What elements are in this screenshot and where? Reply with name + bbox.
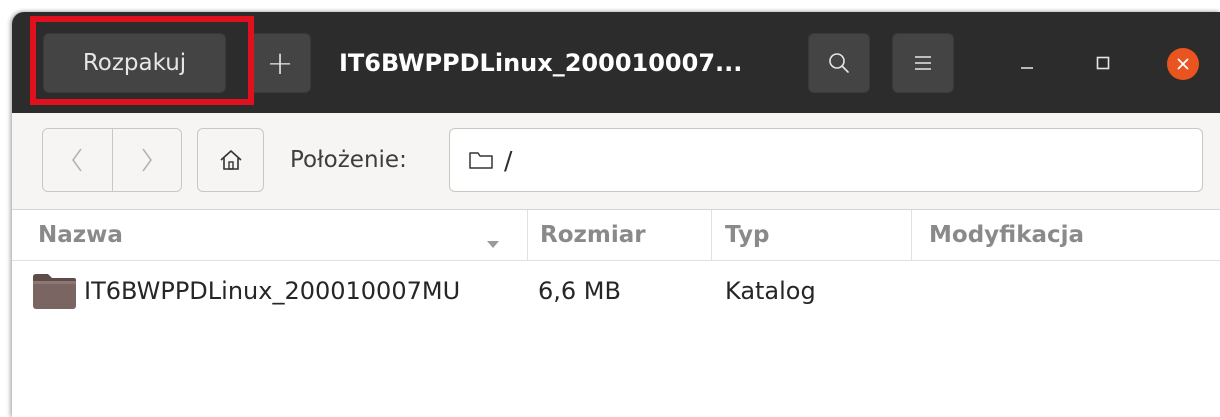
home-icon (219, 148, 243, 172)
forward-button[interactable] (111, 129, 182, 191)
maximize-icon (1096, 56, 1110, 70)
minimize-icon (1019, 55, 1035, 71)
extract-button[interactable]: Rozpakuj (43, 33, 226, 93)
column-name-header[interactable]: Nazwa (12, 210, 528, 260)
chevron-left-icon (70, 147, 84, 173)
close-button[interactable] (1167, 48, 1199, 80)
hamburger-menu-icon (913, 54, 933, 72)
add-files-button[interactable]: + (249, 33, 311, 93)
folder-outline-icon (468, 149, 494, 171)
headerbar: Rozpakuj + IT6BWPPDLinux_200010007... (12, 12, 1220, 113)
row-size: 6,6 MB (538, 277, 621, 305)
window-title: IT6BWPPDLinux_200010007... (339, 48, 743, 77)
row-name-cell: IT6BWPPDLinux_200010007MU (30, 261, 460, 321)
home-button[interactable] (197, 128, 264, 192)
maximize-button[interactable] (1088, 48, 1118, 78)
search-button[interactable] (808, 33, 870, 93)
location-field[interactable]: / (449, 128, 1203, 192)
table-row[interactable]: IT6BWPPDLinux_200010007MU 6,6 MB Katalog (12, 261, 1220, 321)
close-icon (1176, 57, 1190, 71)
navigation-button-group (42, 128, 182, 192)
row-name: IT6BWPPDLinux_200010007MU (84, 277, 461, 305)
location-path: / (504, 145, 513, 175)
column-size-header[interactable]: Rozmiar (528, 210, 712, 260)
location-toolbar: Położenie: / (12, 113, 1220, 210)
location-label: Położenie: (290, 147, 407, 173)
archive-manager-window: Rozpakuj + IT6BWPPDLinux_200010007... Po… (12, 12, 1220, 417)
minimize-button[interactable] (1012, 48, 1042, 78)
sort-down-icon (486, 230, 500, 256)
chevron-right-icon (140, 147, 154, 173)
column-modified-header[interactable]: Modyfikacja (912, 210, 1220, 260)
back-button[interactable] (43, 129, 112, 191)
search-icon (827, 51, 851, 75)
menu-button[interactable] (892, 33, 954, 93)
folder-icon (30, 271, 78, 311)
column-header: Nazwa Rozmiar Typ Modyfikacja (12, 210, 1220, 261)
row-type: Katalog (725, 277, 816, 305)
column-type-header[interactable]: Typ (712, 210, 912, 260)
